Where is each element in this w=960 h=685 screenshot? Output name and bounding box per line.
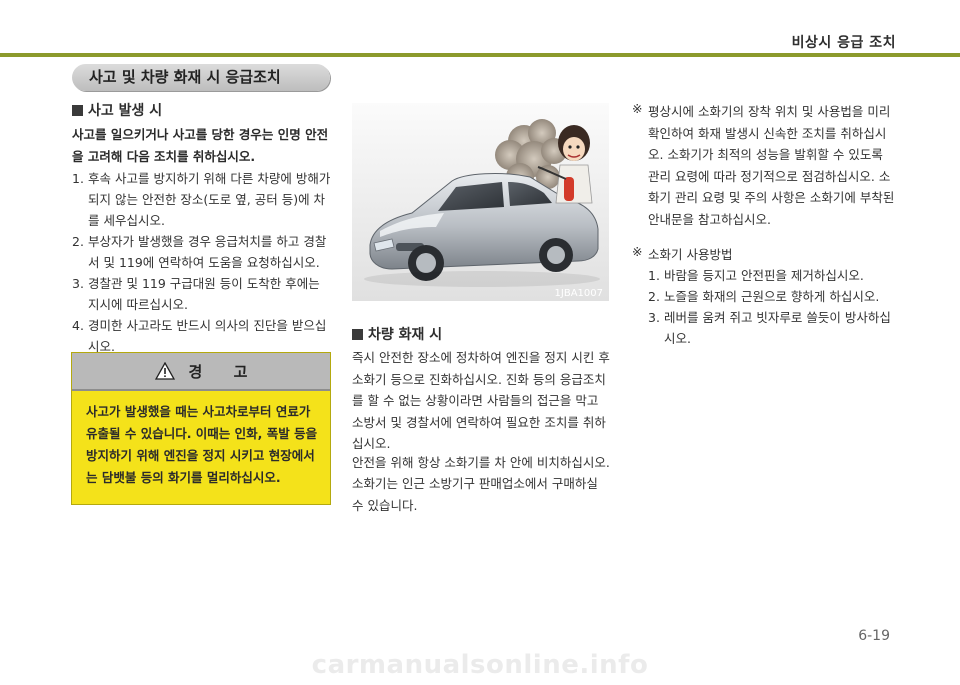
header-title: 비상시 응급 조치 [791, 35, 896, 51]
list-item-text: 경찰관 및 119 구급대원 등이 도착한 후에는 지시에 따르십시오. [88, 276, 320, 312]
car-on-fire-icon [364, 119, 600, 287]
list-item-number: 3. [648, 310, 660, 325]
square-bullet-icon [72, 104, 83, 116]
section-title: 사고 및 차량 화재 시 응급조치 [89, 68, 281, 86]
warning-title-row: 경 고 [72, 361, 330, 384]
list-item: 1. 바람을 등지고 안전핀을 제거하십시오. [648, 265, 896, 286]
warning-triangle-icon [154, 361, 175, 384]
warning-text: 사고가 발생했을 때는 사고차로부터 연료가 유출될 수 있습니다. 이때는 인… [86, 404, 318, 485]
accident-heading-text: 사고 발생 시 [88, 103, 163, 119]
page-number: 6-19 [858, 628, 890, 644]
list-item: 3. 경찰관 및 119 구급대원 등이 도착한 후에는 지시에 따르십시오. [72, 273, 332, 315]
list-item-number: 4. [72, 318, 84, 333]
figure-code: 1JBA1007 [554, 288, 603, 299]
list-item-text: 경미한 사고라도 반드시 의사의 진단을 받으십시오. [88, 318, 327, 354]
warning-header: 경 고 [72, 353, 330, 391]
fire-heading: 차량 화재 시 [352, 324, 442, 344]
list-item-number: 2. [648, 289, 660, 304]
fire-paragraph-1: 즉시 안전한 장소에 정차하여 엔진을 정지 시킨 후 소화기 등으로 진화하십… [352, 350, 610, 451]
note-2-title: 소화기 사용방법 [648, 247, 733, 262]
note-mark: ※ [632, 244, 643, 259]
header-rule [0, 53, 960, 57]
warning-title: 경 고 [188, 363, 248, 381]
list-item-number: 1. [648, 268, 660, 283]
watermark: carmanualsonline.info [311, 650, 649, 680]
accident-heading: 사고 발생 시 [72, 100, 162, 120]
car-fire-illustration: 1JBA1007 [352, 103, 609, 301]
list-item-number: 3. [72, 276, 84, 291]
list-item-text: 레버를 움켜 쥐고 빗자루로 쓸듯이 방사하십시오. [664, 310, 891, 346]
list-item: 1. 후속 사고를 방지하기 위해 다른 차량에 방해가 되지 않는 안전한 장… [72, 168, 332, 231]
list-item-text: 부상자가 발생했을 경우 응급처치를 하고 경찰서 및 119에 연락하여 도움… [88, 234, 327, 270]
list-item-number: 1. [72, 171, 84, 186]
square-bullet-icon [352, 328, 363, 340]
list-item: 3. 레버를 움켜 쥐고 빗자루로 쓸듯이 방사하십시오. [648, 307, 896, 349]
accident-intro: 사고를 일으키거나 사고를 당한 경우는 인명 안전을 고려해 다음 조치를 취… [72, 127, 329, 164]
note-1: 평상시에 소화기의 장착 위치 및 사용법을 미리 확인하여 화재 발생시 신속… [648, 104, 895, 227]
list-item-text: 노즐을 화재의 근원으로 향하게 하십시오. [664, 289, 880, 304]
list-item-text: 바람을 등지고 안전핀을 제거하십시오. [664, 268, 864, 283]
list-item: 4. 경미한 사고라도 반드시 의사의 진단을 받으십시오. [72, 315, 332, 357]
note-mark: ※ [632, 101, 643, 116]
fire-paragraph-3: 소화기는 인근 소방기구 판매업소에서 구매하실 수 있습니다. [352, 476, 598, 513]
list-item: 2. 부상자가 발생했을 경우 응급처치를 하고 경찰서 및 119에 연락하여… [72, 231, 332, 273]
list-item-number: 2. [72, 234, 84, 249]
warning-box: 경 고 사고가 발생했을 때는 사고차로부터 연료가 유출될 수 있습니다. 이… [71, 352, 331, 505]
fire-paragraph-2: 안전을 위해 항상 소화기를 차 안에 비치하십시오. [352, 455, 610, 470]
fire-heading-text: 차량 화재 시 [368, 327, 443, 343]
list-item-text: 후속 사고를 방지하기 위해 다른 차량에 방해가 되지 않는 안전한 장소(도… [88, 171, 331, 228]
list-item: 2. 노즐을 화재의 근원으로 향하게 하십시오. [648, 286, 896, 307]
